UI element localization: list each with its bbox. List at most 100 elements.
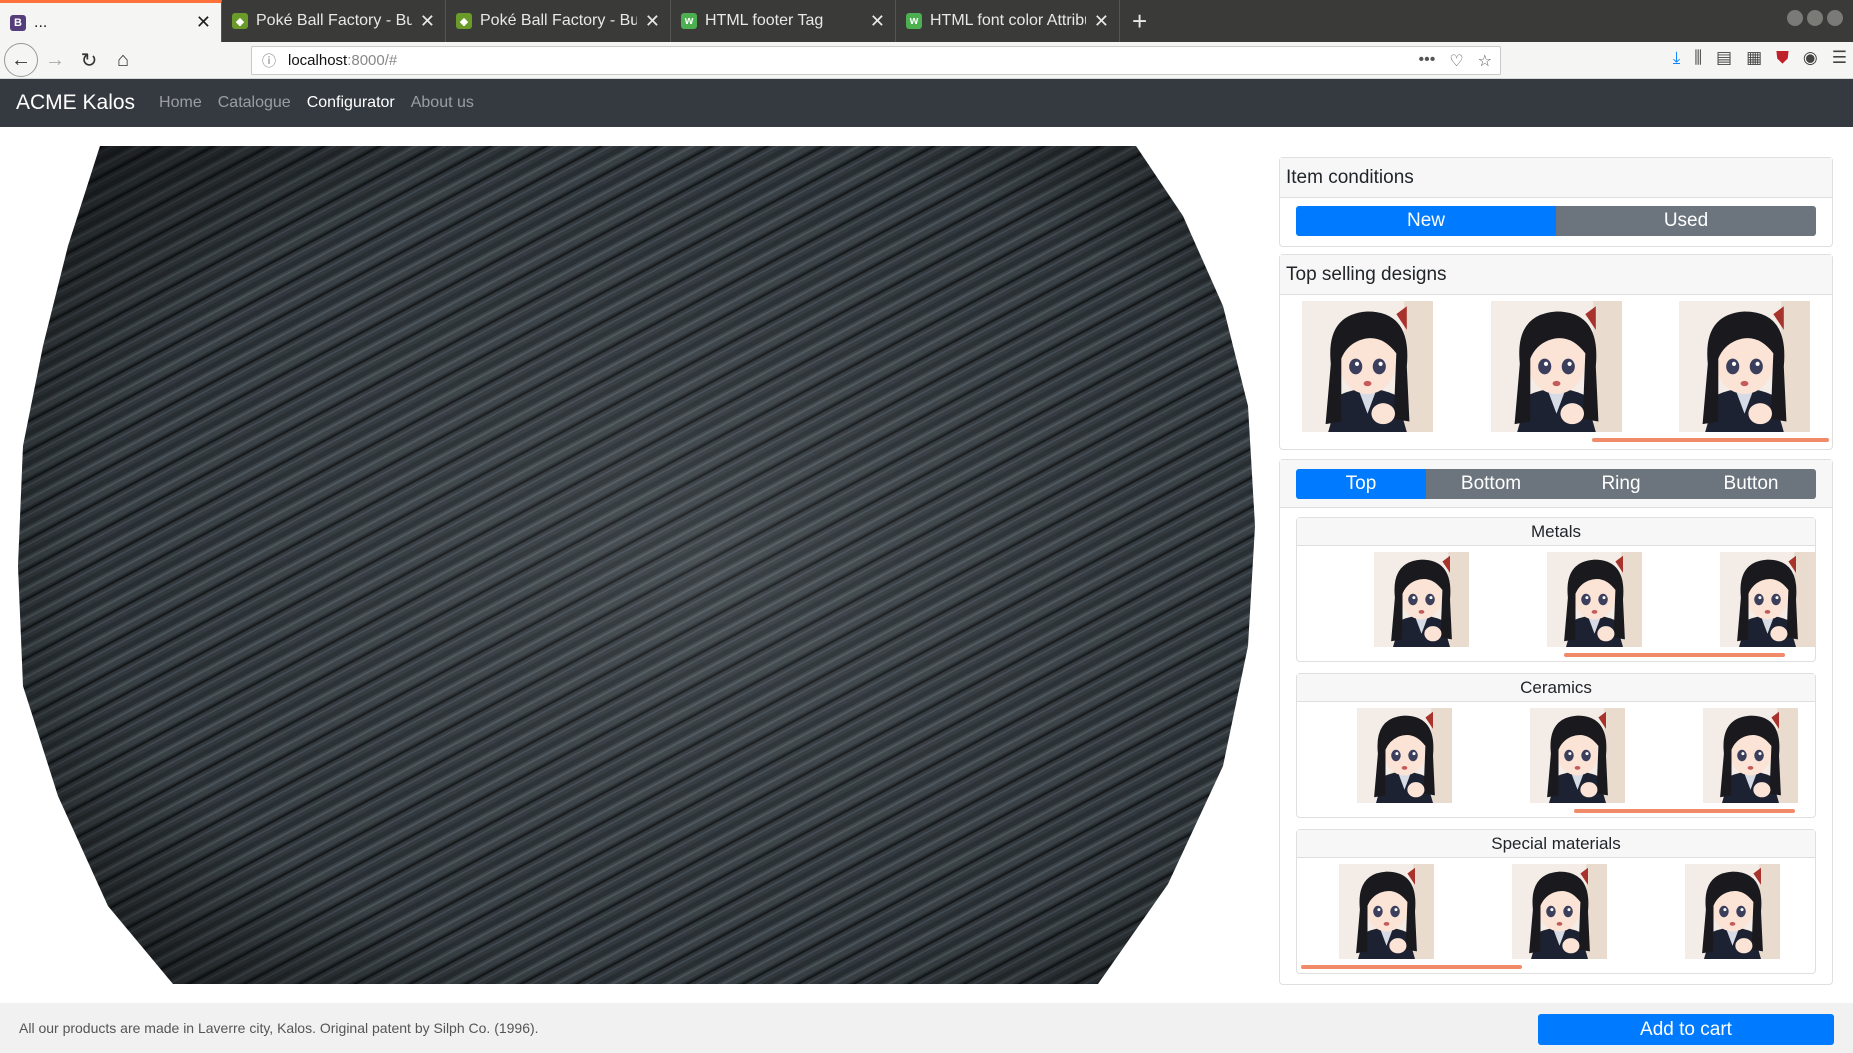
browser-tab[interactable]: w HTML footer Tag ✕ xyxy=(671,0,896,42)
sidebar-icon[interactable]: ▤ xyxy=(1716,48,1732,68)
close-tab-icon[interactable]: ✕ xyxy=(196,12,211,33)
close-tab-icon[interactable]: ✕ xyxy=(420,11,435,32)
portrait-image xyxy=(1679,301,1810,432)
browser-tab[interactable]: ◆ Poké Ball Factory - Bulba ✕ xyxy=(446,0,671,42)
portrait-image xyxy=(1530,708,1625,803)
design-thumbnail[interactable] xyxy=(1302,301,1433,432)
page-actions-icon[interactable]: ••• xyxy=(1419,51,1436,71)
materials-special: Special materials xyxy=(1296,829,1816,974)
reload-icon[interactable]: ↻ xyxy=(72,44,106,76)
design-thumbnail[interactable] xyxy=(1490,301,1622,432)
top-selling-card: Top selling designs xyxy=(1279,254,1833,450)
card-title: Top selling designs xyxy=(1280,255,1832,295)
url-host: localhost xyxy=(288,52,348,69)
portrait-image xyxy=(1720,552,1815,647)
materials-ceramics: Ceramics xyxy=(1296,673,1816,818)
browser-tab-bar: B ... ✕ ◆ Poké Ball Factory - Bulba ✕ ◆ … xyxy=(0,0,1853,42)
back-arrow-icon[interactable]: ← xyxy=(4,43,38,77)
close-tab-icon[interactable]: ✕ xyxy=(645,11,660,32)
tab-bottom[interactable]: Bottom xyxy=(1426,469,1556,499)
parts-header: Top Bottom Ring Button xyxy=(1280,460,1832,508)
material-group-title: Metals xyxy=(1297,518,1815,546)
parts-card: Top Bottom Ring Button Metals Ceramics S… xyxy=(1279,459,1833,985)
home-icon[interactable]: ⌂ xyxy=(106,44,140,76)
material-thumbnail[interactable] xyxy=(1703,708,1798,803)
tab-title: ... xyxy=(34,13,48,31)
tab-title: Poké Ball Factory - Bulba xyxy=(256,12,412,29)
tab-title: HTML font color Attribu xyxy=(930,12,1086,29)
portrait-image xyxy=(1547,552,1642,647)
ublock-icon[interactable]: ⛊ xyxy=(1776,48,1789,68)
tab-title: Poké Ball Factory - Bulba xyxy=(480,12,637,29)
portrait-image xyxy=(1374,552,1469,647)
material-scrollbar[interactable] xyxy=(1564,653,1785,657)
nav-link-home[interactable]: Home xyxy=(159,94,202,112)
minimize-icon[interactable] xyxy=(1787,10,1803,26)
bulbapedia-favicon-icon: ◆ xyxy=(232,13,248,29)
add-to-cart-button[interactable]: Add to cart xyxy=(1538,1014,1834,1045)
ball-3d-viewer[interactable] xyxy=(18,146,1255,984)
condition-toggle: New Used xyxy=(1296,206,1816,236)
portrait-image xyxy=(1512,864,1607,959)
materials-metals: Metals xyxy=(1296,517,1816,662)
material-thumbnail[interactable] xyxy=(1357,708,1452,803)
url-bar[interactable]: ⓘ localhost:8000/# ••• ♡ ☆ xyxy=(251,46,1501,75)
close-tab-icon[interactable]: ✕ xyxy=(870,11,885,32)
gallery-scrollbar[interactable] xyxy=(1592,438,1829,442)
nav-link-catalogue[interactable]: Catalogue xyxy=(218,94,291,112)
site-brand[interactable]: ACME Kalos xyxy=(16,91,135,115)
screenshot-icon[interactable]: ▦ xyxy=(1746,48,1762,68)
close-window-icon[interactable] xyxy=(1827,10,1843,26)
tab-ring[interactable]: Ring xyxy=(1556,469,1686,499)
site-navbar: ACME Kalos Home Catalogue Configurator A… xyxy=(0,79,1853,127)
material-thumbnail[interactable] xyxy=(1685,864,1780,959)
tab-top[interactable]: Top xyxy=(1296,469,1426,499)
item-conditions-card: Item conditions New Used xyxy=(1279,157,1833,247)
portrait-image xyxy=(1357,708,1452,803)
library-icon[interactable]: ⫼ xyxy=(1694,48,1702,68)
browser-toolbar: ← → ↻ ⌂ ⓘ localhost:8000/# ••• ♡ ☆ ⤓ ⫼ ▤… xyxy=(0,42,1853,79)
site-info-icon[interactable]: ⓘ xyxy=(262,51,276,71)
browser-tab[interactable]: ◆ Poké Ball Factory - Bulba ✕ xyxy=(222,0,446,42)
bootstrap-favicon-icon: B xyxy=(10,14,26,31)
window-controls xyxy=(1787,10,1843,26)
material-scrollbar[interactable] xyxy=(1301,965,1522,969)
tab-button[interactable]: Button xyxy=(1686,469,1816,499)
portrait-image xyxy=(1302,301,1433,432)
material-thumbnail[interactable] xyxy=(1720,552,1815,647)
portrait-image xyxy=(1685,864,1780,959)
material-group-title: Special materials xyxy=(1297,830,1815,858)
material-group-title: Ceramics xyxy=(1297,674,1815,702)
material-thumbnail[interactable] xyxy=(1547,552,1642,647)
pocket-icon[interactable]: ♡ xyxy=(1449,51,1463,71)
portrait-image xyxy=(1703,708,1798,803)
browser-tab[interactable]: B ... ✕ xyxy=(0,0,222,42)
account-icon[interactable]: ◉ xyxy=(1803,48,1818,68)
download-icon[interactable]: ⤓ xyxy=(1673,48,1681,68)
material-thumbnail[interactable] xyxy=(1374,552,1469,647)
portrait-image xyxy=(1339,864,1434,959)
w3schools-favicon-icon: w xyxy=(681,13,697,29)
browser-tab[interactable]: w HTML font color Attribu ✕ xyxy=(896,0,1120,42)
card-title: Item conditions xyxy=(1280,158,1832,198)
new-tab-icon[interactable]: + xyxy=(1120,0,1159,42)
nav-link-configurator[interactable]: Configurator xyxy=(307,94,395,112)
bookmark-star-icon[interactable]: ☆ xyxy=(1478,51,1492,71)
design-thumbnail[interactable] xyxy=(1679,301,1810,432)
bulbapedia-favicon-icon: ◆ xyxy=(456,13,472,29)
close-tab-icon[interactable]: ✕ xyxy=(1094,11,1109,32)
material-thumbnail[interactable] xyxy=(1339,864,1434,959)
material-thumbnail[interactable] xyxy=(1530,708,1625,803)
menu-icon[interactable]: ☰ xyxy=(1832,48,1847,68)
top-selling-gallery xyxy=(1280,295,1832,432)
maximize-icon[interactable] xyxy=(1807,10,1823,26)
material-thumbnail[interactable] xyxy=(1512,864,1607,959)
tab-title: HTML footer Tag xyxy=(705,12,824,29)
material-scrollbar[interactable] xyxy=(1574,809,1795,813)
footer-text: All our products are made in Laverre cit… xyxy=(19,1020,539,1036)
forward-arrow-icon[interactable]: → xyxy=(38,44,72,76)
condition-new-button[interactable]: New xyxy=(1296,206,1556,236)
nav-link-about-us[interactable]: About us xyxy=(411,94,474,112)
w3schools-favicon-icon: w xyxy=(906,13,922,29)
condition-used-button[interactable]: Used xyxy=(1556,206,1816,236)
